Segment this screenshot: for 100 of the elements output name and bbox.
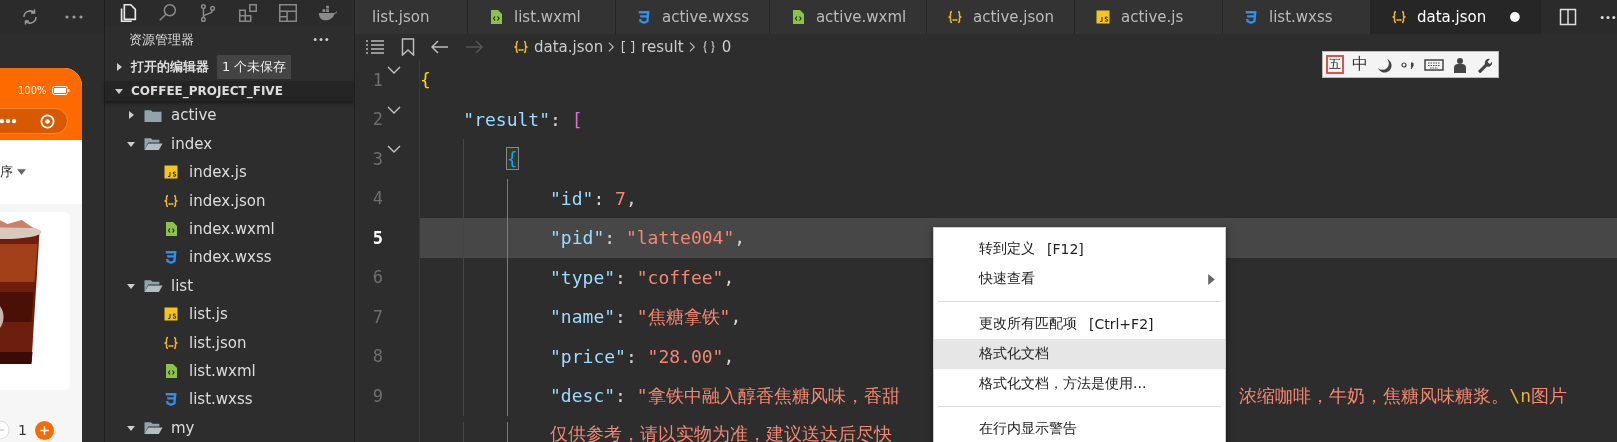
- open-folder-icon: [143, 277, 163, 295]
- folder-icon: [143, 107, 163, 124]
- back-arrow-icon[interactable]: [431, 40, 449, 54]
- wxss-file-icon: [636, 9, 652, 25]
- editor-tab[interactable]: list.json: [355, 0, 468, 34]
- wxml-file-icon: [488, 9, 504, 25]
- code-line: "pid": "latte004",: [550, 227, 746, 249]
- plus-button[interactable]: [34, 420, 54, 440]
- file-item[interactable]: list.wxml: [105, 356, 354, 386]
- language-toggle[interactable]: 中: [1352, 54, 1368, 75]
- menu-item[interactable]: 格式化文档，方法是使用...: [934, 369, 1225, 399]
- line-number: 9: [371, 385, 383, 406]
- open-folder-icon: [143, 135, 163, 153]
- json-file-icon: [163, 192, 179, 209]
- breadcrumb-item[interactable]: data.json: [513, 38, 604, 56]
- json-file-icon: [513, 39, 529, 55]
- wrench-icon[interactable]: [1476, 56, 1492, 73]
- dots-icon[interactable]: [0, 118, 17, 124]
- folder-item[interactable]: list: [105, 271, 354, 301]
- input-method-button[interactable]: 五: [1326, 55, 1344, 74]
- file-item[interactable]: index.wxml: [105, 214, 354, 244]
- layout-icon[interactable]: [277, 2, 299, 25]
- wxss-file-icon: [163, 249, 179, 266]
- more-icon[interactable]: [64, 14, 84, 20]
- fold-chevron-icon[interactable]: [387, 145, 401, 153]
- file-item[interactable]: index.json: [105, 186, 354, 215]
- wxml-file-icon: [163, 363, 179, 379]
- outline-icon[interactable]: [365, 39, 385, 55]
- sort-label[interactable]: 序: [0, 163, 13, 181]
- caret-icon[interactable]: [127, 423, 135, 432]
- fold-chevron-icon[interactable]: [387, 105, 401, 114]
- code-line: 仅供参考，请以实物为准，建议送达后尽快: [550, 421, 893, 442]
- wxss-file-icon: [163, 391, 179, 408]
- code-line: 浓缩咖啡，牛奶，焦糖风味糖浆。\n图片: [1239, 383, 1567, 408]
- breadcrumb-item[interactable]: 0: [700, 38, 732, 56]
- line-number: 5: [371, 227, 383, 248]
- refresh-icon[interactable]: [20, 7, 40, 27]
- close-circle-icon[interactable]: [40, 113, 56, 129]
- caret-icon[interactable]: [115, 86, 123, 95]
- unsaved-dot[interactable]: [1510, 12, 1520, 22]
- bookmark-icon[interactable]: [401, 38, 415, 56]
- caret-icon[interactable]: [115, 63, 123, 72]
- editor-tab[interactable]: active.js: [1075, 0, 1223, 34]
- battery-percent: 100%: [18, 85, 47, 96]
- caret-icon[interactable]: [17, 169, 26, 175]
- line-number: 2: [371, 109, 383, 130]
- caret-icon[interactable]: [127, 111, 135, 120]
- breadcrumb-item[interactable]: result: [620, 38, 684, 56]
- caret-icon[interactable]: [127, 139, 135, 148]
- file-item[interactable]: list.js: [105, 300, 354, 329]
- capsule-button[interactable]: [0, 108, 68, 134]
- open-folder-icon: [143, 419, 163, 437]
- menu-item[interactable]: 转到定义 [F12]: [934, 234, 1225, 264]
- moon-icon[interactable]: [1376, 56, 1392, 73]
- editor-tab[interactable]: active.json: [927, 0, 1075, 34]
- code-line: {: [420, 69, 431, 91]
- menu-item[interactable]: 快速查看: [934, 264, 1225, 294]
- editor-tab[interactable]: list.wxml: [468, 0, 616, 34]
- line-number: 8: [371, 346, 383, 367]
- folder-item[interactable]: active: [105, 101, 354, 130]
- quantity-value: 1: [18, 422, 27, 438]
- json-file-icon: [163, 334, 179, 351]
- js-file-icon: [163, 164, 179, 181]
- wxml-file-icon: [163, 221, 179, 238]
- line-number: 4: [371, 188, 383, 209]
- menu-item[interactable]: 在行内显示警告: [934, 414, 1225, 442]
- split-editor-icon[interactable]: [1559, 8, 1577, 26]
- code-line: "price": "28.00",: [550, 345, 735, 367]
- open-editors-header[interactable]: 打开的编辑器 1 个未保存: [105, 53, 354, 81]
- more-icon[interactable]: [312, 37, 330, 43]
- fold-chevron-icon[interactable]: [387, 66, 401, 74]
- keyboard-icon[interactable]: [1424, 57, 1444, 72]
- editor-tab[interactable]: data.json: [1371, 0, 1541, 34]
- more-icon[interactable]: [1599, 14, 1617, 20]
- user-icon[interactable]: [1452, 56, 1468, 73]
- chevron-icon: [608, 41, 616, 53]
- code-line: "name": "焦糖拿铁",: [550, 304, 742, 329]
- project-header[interactable]: COFFEE_PROJECT_FIVE: [105, 80, 354, 102]
- editor-tab[interactable]: active.wxss: [616, 0, 770, 34]
- folder-item[interactable]: my: [105, 413, 354, 442]
- extensions-icon[interactable]: [237, 2, 259, 25]
- brackets-icon: [620, 39, 637, 55]
- editor-tab[interactable]: active.wxml: [769, 0, 927, 34]
- battery-icon: [51, 86, 70, 95]
- explorer-title: 资源管理器: [129, 30, 194, 49]
- file-item[interactable]: index.js: [105, 158, 354, 187]
- menu-item[interactable]: 更改所有匹配项 [Ctrl+F2]: [934, 309, 1225, 339]
- menu-item[interactable]: 格式化文档: [934, 339, 1225, 369]
- file-item[interactable]: index.wxss: [105, 243, 354, 272]
- caret-icon[interactable]: [127, 281, 135, 290]
- folder-item[interactable]: index: [105, 129, 354, 159]
- code-line: "type": "coffee",: [550, 266, 735, 288]
- file-item[interactable]: list.json: [105, 328, 354, 357]
- submenu-arrow-icon[interactable]: [1208, 273, 1215, 285]
- file-item[interactable]: list.wxss: [105, 385, 354, 414]
- line-number: 6: [371, 267, 383, 288]
- editor-tab[interactable]: list.wxss: [1223, 0, 1371, 34]
- code-line: "result": [: [463, 108, 583, 130]
- code-line: "id": 7,: [550, 187, 637, 209]
- line-number: 1: [371, 69, 383, 90]
